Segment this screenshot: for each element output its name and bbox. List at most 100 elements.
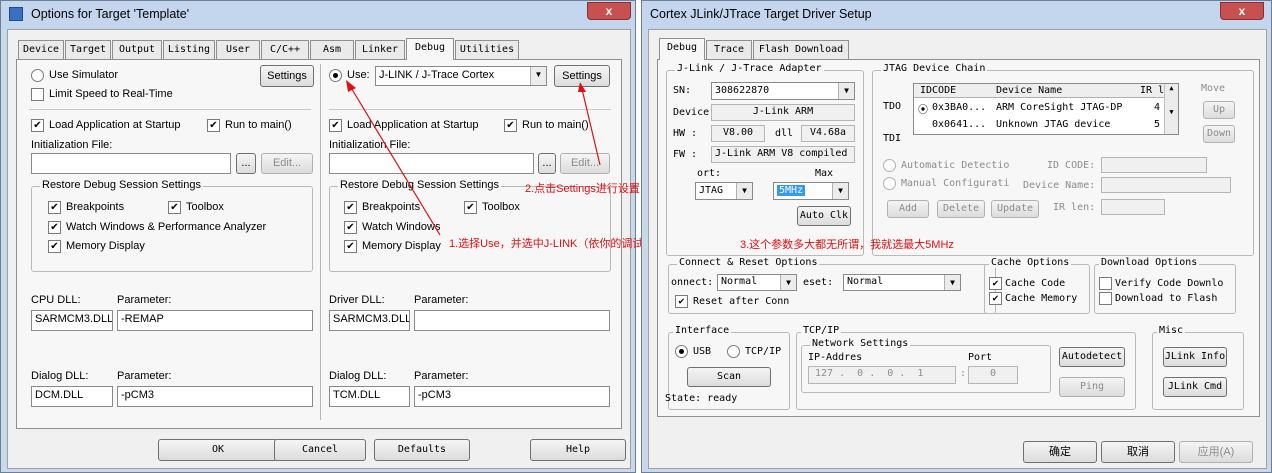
table-row[interactable]: 0x0641... Unknown JTAG device 5 (914, 117, 1164, 133)
auto-detect-radio[interactable] (883, 159, 896, 172)
ip-address-input[interactable]: 127 . 0 . 0 . 1 (808, 366, 956, 384)
table-header: IDCODE Device Name IR l (914, 84, 1164, 98)
state-label: State: ready (665, 393, 738, 404)
reset-value: Normal (847, 276, 884, 287)
max-clock-select[interactable]: 5MHz ▼ (773, 182, 849, 200)
row-idcode: 0x3BA0... (932, 102, 987, 113)
table-scrollbar[interactable]: ▲ ▼ (1164, 84, 1178, 134)
download-options-group: Download Options Verify Code Downlo Down… (1094, 257, 1236, 314)
manual-cfg-label: Manual Configurati (901, 178, 1010, 189)
move-up-button[interactable]: Up (1203, 101, 1235, 119)
tab-flash-download[interactable]: Flash Download (753, 40, 849, 60)
network-settings-group: Network Settings IP-Addres Port 127 . 0 … (801, 338, 1051, 393)
chevron-down-icon: ▼ (944, 275, 960, 290)
reset-after-conn-checkbox[interactable]: ✔ (675, 295, 688, 308)
download-title: Download Options (1099, 257, 1200, 268)
connect-value: Normal (721, 276, 758, 287)
verify-code-label: Verify Code Downlo (1115, 278, 1224, 289)
tcpip-group: TCP/IP Network Settings IP-Addres Port 1… (796, 325, 1136, 410)
tab-jlink-debug[interactable]: Debug (659, 38, 705, 60)
arrowhead-1 (346, 80, 356, 92)
jlink-cmd-button[interactable]: JLink Cmd (1163, 377, 1227, 397)
jlink-info-button[interactable]: JLink Info (1163, 347, 1227, 367)
row-idcode: 0x0641... (932, 119, 987, 130)
id-code-label: ID CODE: (1047, 160, 1096, 171)
ir-len-input[interactable] (1101, 199, 1165, 215)
dll-label: dll (775, 128, 794, 139)
misc-title: Misc (1157, 325, 1186, 336)
row-ir: 4 (1154, 102, 1161, 113)
add-button[interactable]: Add (887, 200, 929, 218)
sn-select[interactable]: 308622870 ▼ (711, 82, 855, 100)
jtag-device-table[interactable]: IDCODE Device Name IR l ⦿ 0x3BA0... ARM … (913, 83, 1179, 135)
scan-button[interactable]: Scan (687, 367, 771, 387)
ip-octet-4: 1 (917, 368, 924, 379)
cache-memory-label: Cache Memory (1005, 293, 1078, 304)
port-number-label: Port (968, 352, 993, 363)
ip-octet-1: 127 (815, 368, 834, 379)
arrow-step-1 (349, 85, 441, 236)
verify-code-checkbox[interactable] (1099, 277, 1112, 290)
usb-radio[interactable] (675, 345, 688, 358)
ip-octet-2: 0 (857, 368, 864, 379)
interface-title: Interface (673, 325, 732, 336)
device-name-input[interactable] (1101, 177, 1231, 193)
sn-label: SN: (673, 85, 692, 96)
port-value: JTAG (699, 185, 724, 196)
move-down-button[interactable]: Down (1203, 125, 1235, 143)
jtag-chain-group: JTAG Device Chain TDO TDI IDCODE Device … (872, 63, 1254, 256)
tdi-label: TDI (883, 133, 902, 144)
update-button[interactable]: Update (991, 200, 1039, 218)
col-ir: IR l (1140, 85, 1165, 96)
cancel-button[interactable]: 取消 (1101, 441, 1175, 463)
ip-label: IP-Addres (808, 352, 863, 363)
move-label: Move (1201, 83, 1226, 94)
manual-cfg-radio[interactable] (883, 177, 896, 190)
device-label: Device: (673, 107, 716, 118)
ok-button[interactable]: 确定 (1023, 441, 1097, 463)
adapter-title: J-Link / J-Trace Adapter (675, 63, 824, 74)
cache-options-group: Cache Options ✔ Cache Code ✔ Cache Memor… (984, 257, 1090, 314)
annotation-step-3: 3.这个参数多大都无所谓，我就选最大5MHz (740, 239, 954, 251)
jtag-chain-title: JTAG Device Chain (881, 63, 988, 74)
apply-button[interactable]: 应用(A) (1179, 441, 1253, 463)
chevron-down-icon: ▼ (780, 275, 796, 290)
tcpip-radio[interactable] (727, 345, 740, 358)
usb-label: USB (693, 346, 712, 357)
connect-select[interactable]: Normal ▼ (717, 274, 797, 291)
tab-trace[interactable]: Trace (706, 40, 752, 60)
delete-button[interactable]: Delete (937, 200, 985, 218)
col-device-name: Device Name (996, 85, 1063, 96)
auto-clk-button[interactable]: Auto Clk (797, 206, 851, 226)
hw-field: V8.00 (711, 125, 765, 142)
ping-button[interactable]: Ping (1059, 377, 1125, 397)
connect-reset-group: Connect & Reset Options onnect: Normal ▼… (668, 257, 996, 314)
reset-after-conn-label: Reset after Conn (693, 296, 790, 307)
arrowhead-2 (578, 82, 586, 92)
port-select[interactable]: JTAG ▼ (695, 182, 753, 200)
ir-len-label: IR len: (1053, 202, 1096, 213)
max-clock-value: 5MHz (777, 185, 806, 196)
dll-field: V4.68a (801, 125, 855, 142)
cache-code-checkbox[interactable]: ✔ (989, 277, 1002, 290)
tab-debug[interactable]: Debug (406, 38, 454, 60)
close-icon: x (1238, 4, 1246, 18)
table-row[interactable]: ⦿ 0x3BA0... ARM CoreSight JTAG-DP 4 (914, 100, 1164, 116)
jlink-close-button[interactable]: x (1220, 2, 1264, 20)
jlink-debug-panel: J-Link / J-Trace Adapter SN: 308622870 ▼… (657, 59, 1260, 417)
max-label: Max (815, 168, 834, 179)
fw-label: FW : (673, 149, 698, 160)
id-code-input[interactable] (1101, 157, 1207, 173)
jlink-titlebar: Cortex JLink/JTrace Target Driver Setup … (642, 1, 1271, 29)
reset-label: eset: (803, 277, 834, 288)
download-flash-checkbox[interactable] (1099, 292, 1112, 305)
row-device: Unknown JTAG device (996, 119, 1111, 130)
port-input[interactable]: 0 (968, 366, 1018, 384)
row-ir: 5 (1154, 119, 1161, 130)
cache-memory-checkbox[interactable]: ✔ (989, 292, 1002, 305)
reset-select[interactable]: Normal ▼ (843, 274, 961, 291)
tcpip-label: TCP/IP (745, 346, 782, 357)
interface-group: Interface USB TCP/IP Scan State: ready (665, 325, 790, 410)
autodetect-button[interactable]: Autodetect (1059, 347, 1125, 367)
misc-group: Misc JLink Info JLink Cmd (1152, 325, 1244, 410)
